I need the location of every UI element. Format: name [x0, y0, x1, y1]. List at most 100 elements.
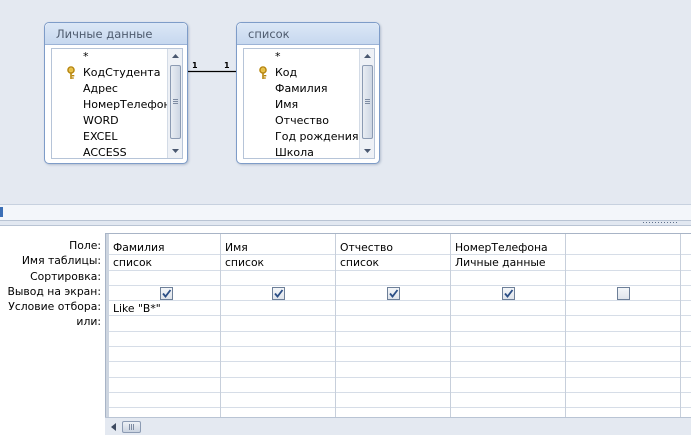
scroll-left-arrow-icon[interactable] — [108, 421, 120, 433]
checked-checkbox[interactable] — [272, 286, 285, 300]
field-name: КодСтудента — [83, 66, 161, 79]
horizontal-scrollbar[interactable] — [105, 417, 691, 435]
relationship-line[interactable]: 1 1 — [188, 62, 236, 78]
row-label-field: Поле: — [69, 239, 101, 252]
table-title-spisok[interactable]: список — [237, 23, 379, 45]
table-window-spisok[interactable]: список * Код Фамилия Имя Отчество Год рождени… — [236, 22, 380, 164]
scroll-down-arrow-icon[interactable] — [168, 144, 182, 158]
grid-cell-or[interactable] — [336, 317, 450, 332]
grid-cell-sort[interactable] — [566, 271, 680, 286]
table-field[interactable]: EXCEL — [52, 129, 168, 145]
row-label-show: Вывод на экран: — [7, 284, 101, 298]
grid-column[interactable] — [566, 234, 681, 418]
field-name: НомерТелефона — [83, 98, 168, 111]
grid-cell-field[interactable]: Имя — [221, 240, 335, 256]
scroll-thumb[interactable] — [362, 65, 373, 139]
primary-key-icon — [259, 65, 271, 81]
grid-cell-criteria[interactable] — [336, 301, 450, 317]
scroll-thumb[interactable] — [122, 421, 141, 433]
field-list-spisok: * Код Фамилия Имя Отчество Год рождения Школа — [244, 49, 360, 158]
grid-cell-field[interactable] — [681, 240, 691, 256]
grid-column-ruler[interactable] — [0, 220, 691, 226]
table-field[interactable]: * — [52, 49, 168, 65]
show-checkbox-cell[interactable] — [566, 286, 680, 302]
query-design-grid[interactable]: Фамилия список Like "В*" Имя список Отчество с… — [105, 233, 691, 419]
grid-cell-table[interactable]: список — [221, 255, 335, 271]
show-checkbox-cell[interactable] — [109, 286, 220, 302]
grid-cell-table[interactable] — [681, 255, 691, 271]
grid-cell-sort[interactable] — [221, 271, 335, 286]
scroll-thumb[interactable] — [170, 65, 181, 139]
table-field[interactable]: * — [244, 49, 360, 65]
scroll-down-arrow-icon[interactable] — [360, 144, 374, 158]
grid-cell-sort[interactable] — [109, 271, 220, 286]
show-checkbox-cell[interactable] — [451, 286, 565, 302]
row-label-table: Имя таблицы: — [21, 254, 101, 268]
table-field[interactable]: Отчество — [244, 113, 360, 129]
grid-cell-criteria[interactable] — [681, 301, 691, 317]
field-name: Имя — [275, 98, 299, 111]
grid-cell-sort[interactable] — [681, 271, 691, 286]
grid-cell-field[interactable]: НомерТелефона — [451, 240, 565, 256]
grid-column[interactable]: НомерТелефона Личные данные — [451, 234, 566, 418]
grid-cell-or[interactable] — [109, 317, 220, 332]
checked-checkbox[interactable] — [387, 286, 400, 300]
grid-column[interactable]: Отчество список — [336, 234, 451, 418]
field-list-box: * Код Фамилия Имя Отчество Год рождения Школа — [243, 48, 375, 159]
table-window-personal-data[interactable]: Личные данные * КодСтудента Адрес НомерТеле… — [44, 22, 188, 164]
table-field[interactable]: НомерТелефона — [52, 97, 168, 113]
checkmark-icon — [504, 289, 514, 298]
grid-cell-sort[interactable] — [451, 271, 565, 286]
grid-column[interactable] — [681, 234, 691, 418]
show-checkbox-cell[interactable] — [681, 286, 691, 302]
grid-cell-or[interactable] — [566, 317, 680, 332]
table-field[interactable]: Адрес — [52, 81, 168, 97]
table-field[interactable]: Код — [244, 65, 360, 81]
grid-cell-table[interactable]: список — [109, 255, 220, 271]
relationship-left-label: 1 — [192, 62, 198, 70]
checked-checkbox[interactable] — [160, 286, 173, 300]
grid-cell-or[interactable] — [681, 317, 691, 332]
splitter-edge-marker — [0, 207, 3, 217]
primary-key-icon — [67, 65, 79, 81]
grid-cell-or[interactable] — [221, 317, 335, 332]
show-checkbox-cell[interactable] — [336, 286, 450, 302]
grid-cell-criteria[interactable]: Like "В*" — [109, 301, 220, 317]
scroll-up-arrow-icon[interactable] — [168, 49, 182, 63]
grid-cell-field[interactable]: Фамилия — [109, 240, 220, 256]
table-field[interactable]: Фамилия — [244, 81, 360, 97]
table-field[interactable]: КодСтудента — [52, 65, 168, 81]
pane-splitter-bar[interactable] — [0, 204, 691, 220]
table-field[interactable]: WORD — [52, 113, 168, 129]
field-name: Год рождения — [275, 130, 359, 143]
grid-cell-criteria[interactable] — [566, 301, 680, 317]
vertical-scrollbar[interactable] — [359, 49, 374, 158]
grid-row-labels: Поле: Имя таблицы: Сортировка: Вывод на … — [0, 238, 101, 330]
checkmark-icon — [162, 289, 172, 298]
grid-cell-table[interactable]: Личные данные — [451, 255, 565, 271]
grid-cell-criteria[interactable] — [221, 301, 335, 317]
grid-cell-table[interactable] — [566, 255, 680, 271]
table-field[interactable]: ACCESS — [52, 145, 168, 158]
table-field[interactable]: Год рождения — [244, 129, 360, 145]
grid-cell-table[interactable]: список — [336, 255, 450, 271]
table-field[interactable]: Школа — [244, 145, 360, 158]
query-design-upper-pane[interactable]: Личные данные * КодСтудента Адрес НомерТеле… — [0, 0, 691, 204]
grid-cell-field[interactable]: Отчество — [336, 240, 450, 256]
field-name: Школа — [275, 146, 314, 158]
unchecked-checkbox[interactable] — [617, 286, 630, 300]
grid-cell-criteria[interactable] — [451, 301, 565, 317]
grid-cell-sort[interactable] — [336, 271, 450, 286]
grid-cell-field[interactable] — [566, 240, 680, 256]
grid-column[interactable]: Фамилия список Like "В*" — [106, 234, 221, 418]
field-name: Фамилия — [275, 82, 328, 95]
row-label-or: или: — [76, 315, 101, 329]
scroll-up-arrow-icon[interactable] — [360, 49, 374, 63]
table-title-personal-data[interactable]: Личные данные — [45, 23, 187, 45]
checked-checkbox[interactable] — [502, 286, 515, 300]
grid-column[interactable]: Имя список — [221, 234, 336, 418]
show-checkbox-cell[interactable] — [221, 286, 335, 302]
table-field[interactable]: Имя — [244, 97, 360, 113]
grid-cell-or[interactable] — [451, 317, 565, 332]
vertical-scrollbar[interactable] — [167, 49, 182, 158]
